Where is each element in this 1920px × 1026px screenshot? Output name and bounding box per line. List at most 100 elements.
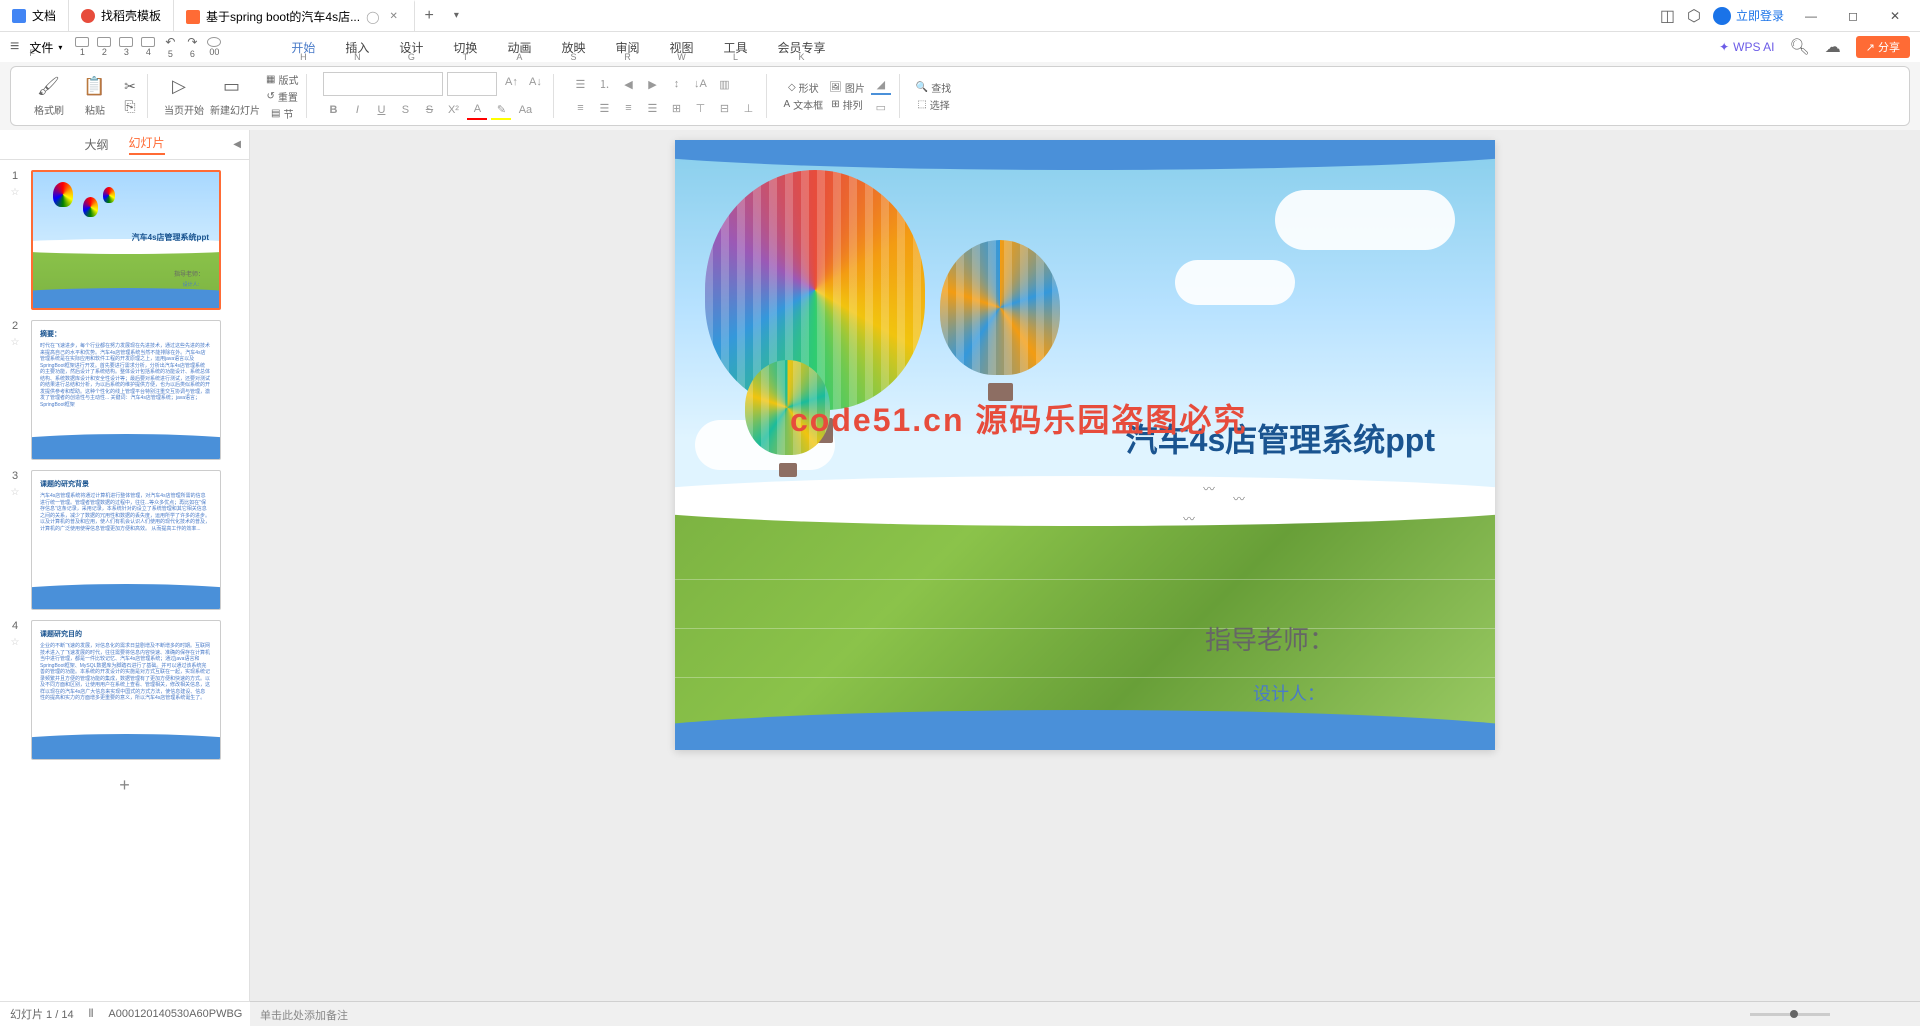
tab-animation[interactable]: 动画A: [502, 36, 536, 59]
columns-button[interactable]: ▥: [714, 74, 734, 94]
from-current-button[interactable]: ▷当页开始: [164, 76, 204, 117]
slide-thumbnail-4[interactable]: 4☆ 课题研究目的 企业的不断飞速的发展，对信息化的需求日益剧增及不断增多的时期…: [5, 620, 244, 760]
align-top-button[interactable]: ⊤: [690, 98, 710, 118]
justify-button[interactable]: ☰: [642, 98, 662, 118]
collapse-sidebar-button[interactable]: ◀: [233, 139, 241, 150]
section-button[interactable]: ▤节: [266, 106, 298, 121]
change-case-button[interactable]: Aa: [515, 100, 535, 120]
align-center-button[interactable]: ☰: [594, 98, 614, 118]
add-tab-button[interactable]: +: [415, 7, 444, 25]
wps-ai-button[interactable]: ✦WPS AI: [1719, 40, 1774, 54]
cut-button[interactable]: ✂: [121, 77, 139, 95]
fill-button[interactable]: ◢: [871, 75, 891, 95]
align-bottom-button[interactable]: ⊥: [738, 98, 758, 118]
zoom-slider[interactable]: [1750, 1013, 1830, 1016]
numbering-button[interactable]: ⒈: [594, 74, 614, 94]
superscript-button[interactable]: X²: [443, 100, 463, 120]
tab-tools[interactable]: 工具L: [719, 36, 753, 59]
hamburger-icon[interactable]: ≡: [10, 38, 19, 56]
font-size-select[interactable]: [447, 72, 497, 96]
reset-button[interactable]: ↺重置: [266, 89, 298, 104]
decrease-font-button[interactable]: A↓: [525, 72, 545, 92]
tab-home[interactable]: 开始H: [286, 36, 320, 59]
qa-preview[interactable]: 3: [116, 37, 136, 57]
add-slide-button[interactable]: +: [5, 770, 244, 801]
new-slide-button[interactable]: ▭新建幻灯片: [210, 76, 260, 117]
font-family-select[interactable]: [323, 72, 443, 96]
slide-thumbnail-2[interactable]: 2☆ 摘要： 时代在飞速进步，每个行业都在努力发展现在先进技术，通过这些先进的技…: [5, 320, 244, 460]
outline-tab[interactable]: 大纲: [84, 136, 108, 153]
underline-button[interactable]: U: [371, 100, 391, 120]
copy-button[interactable]: ⎘: [121, 97, 139, 115]
login-button[interactable]: 立即登录: [1713, 7, 1784, 25]
align-right-button[interactable]: ≡: [618, 98, 638, 118]
increase-indent-button[interactable]: ▶: [642, 74, 662, 94]
bold-button[interactable]: B: [323, 100, 343, 120]
cloud-icon[interactable]: ☁: [1825, 37, 1841, 57]
notes-pane[interactable]: 单击此处添加备注: [250, 1001, 1920, 1026]
bullets-button[interactable]: ☰: [570, 74, 590, 94]
document-tab-1[interactable]: 文档: [0, 0, 69, 31]
format-painter-button[interactable]: 🖌格式刷: [29, 76, 69, 117]
tab-insert[interactable]: 插入N: [340, 36, 374, 59]
layout-button[interactable]: ▦版式: [266, 72, 298, 87]
arrange-button[interactable]: ⊞排列: [829, 97, 865, 112]
slides-tab[interactable]: 幻灯片: [129, 134, 165, 155]
star-icon[interactable]: ☆: [11, 487, 20, 498]
tab-view[interactable]: 视图W: [664, 36, 698, 59]
tab-design[interactable]: 设计G: [394, 36, 428, 59]
qa-print[interactable]: 2: [94, 37, 114, 57]
increase-font-button[interactable]: A↑: [501, 72, 521, 92]
slide-thumbnail-3[interactable]: 3☆ 课题的研究背景 汽车4s店管理系统将通过计算机进行整体管理，对汽车4s店管…: [5, 470, 244, 610]
file-menu[interactable]: 文件 ▾ F: [21, 36, 70, 59]
font-color-button[interactable]: A: [467, 100, 487, 120]
italic-button[interactable]: I: [347, 100, 367, 120]
highlight-button[interactable]: ✎: [491, 100, 511, 120]
canvas-area[interactable]: 〰 〰 〰 code51.cn 源码乐园盗图必究 汽车4s店管理系统ppt 指导…: [250, 130, 1920, 1001]
close-icon[interactable]: ✕: [390, 11, 402, 23]
tab-menu-button[interactable]: ▾: [444, 10, 469, 21]
strike-button[interactable]: S: [419, 100, 439, 120]
minimize-button[interactable]: —: [1796, 9, 1826, 23]
slide-canvas[interactable]: 〰 〰 〰 code51.cn 源码乐园盗图必究 汽车4s店管理系统ppt 指导…: [675, 140, 1495, 750]
select-button[interactable]: ⬚选择: [916, 97, 951, 112]
picture-button[interactable]: 🖼图片: [829, 80, 865, 95]
slide-counter[interactable]: 幻灯片 1 / 14: [10, 1006, 74, 1022]
align-middle-button[interactable]: ⊟: [714, 98, 734, 118]
textbox-button[interactable]: A文本框: [783, 97, 823, 112]
share-button[interactable]: ↗分享: [1856, 36, 1910, 58]
shadow-button[interactable]: S: [395, 100, 415, 120]
qa-more[interactable]: 00: [204, 37, 224, 57]
qa-export[interactable]: 4: [138, 37, 158, 57]
multi-window-icon[interactable]: ◫: [1660, 6, 1675, 26]
tab-chat-icon[interactable]: ◯: [366, 10, 379, 24]
decrease-indent-button[interactable]: ◀: [618, 74, 638, 94]
distribute-button[interactable]: ⊞: [666, 98, 686, 118]
qa-undo[interactable]: ↶5: [160, 37, 180, 57]
tab-slideshow[interactable]: 放映S: [556, 36, 590, 59]
star-icon[interactable]: ☆: [11, 187, 20, 198]
align-left-button[interactable]: ≡: [570, 98, 590, 118]
tab-transition[interactable]: 切换T: [448, 36, 482, 59]
outline-button[interactable]: ▭: [871, 97, 891, 117]
box-icon[interactable]: ⬡: [1687, 6, 1701, 26]
paste-button[interactable]: 📋粘贴: [75, 76, 115, 117]
tab-review[interactable]: 审阅R: [610, 36, 644, 59]
teacher-text[interactable]: 指导老师：: [1205, 620, 1335, 657]
document-tab-3[interactable]: 基于spring boot的汽车4s店... ◯ ✕: [174, 0, 415, 31]
document-tab-2[interactable]: 找稻壳模板: [69, 0, 174, 31]
star-icon[interactable]: ☆: [11, 337, 20, 348]
close-button[interactable]: ✕: [1880, 9, 1910, 23]
slide-thumbnail-1[interactable]: 1☆ 汽车4s店管理系统ppt 指导老师： 设计人:: [5, 170, 244, 310]
tab-member[interactable]: 会员专享K: [773, 36, 831, 59]
search-icon[interactable]: 🔍︎: [1789, 37, 1809, 57]
qa-save[interactable]: 1: [72, 37, 92, 57]
star-icon[interactable]: ☆: [11, 637, 20, 648]
maximize-button[interactable]: ◻: [1838, 9, 1868, 23]
line-spacing-button[interactable]: ↕: [666, 74, 686, 94]
find-button[interactable]: 🔍查找: [916, 80, 951, 95]
qa-redo[interactable]: ↷6: [182, 37, 202, 57]
shape-button[interactable]: ◇形状: [783, 80, 823, 95]
designer-text[interactable]: 设计人：: [1253, 680, 1325, 706]
text-direction-button[interactable]: ↓A: [690, 74, 710, 94]
